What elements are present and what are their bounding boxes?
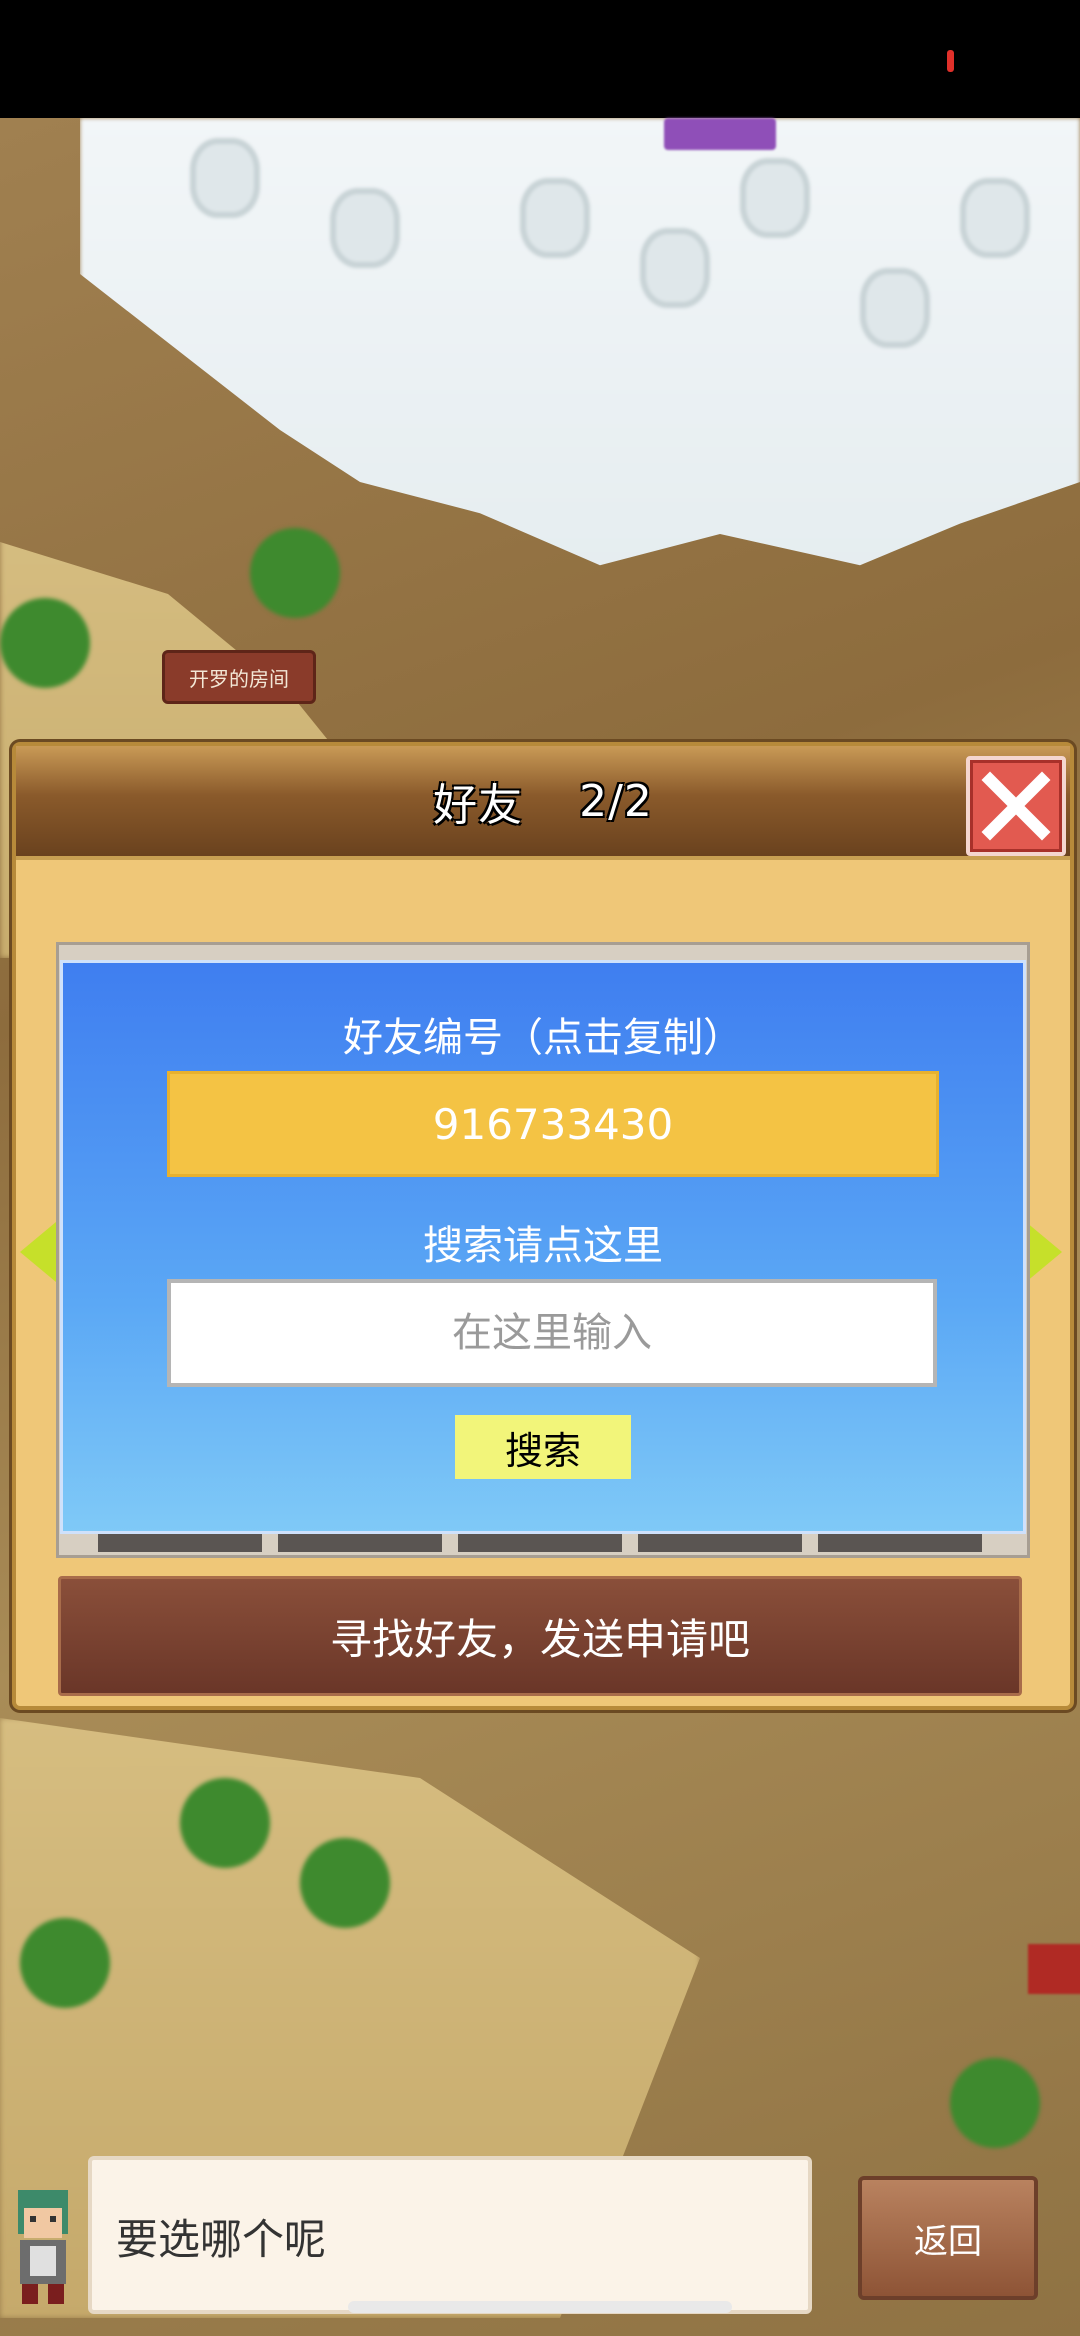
dialog-title-text: 好友 (433, 780, 524, 831)
recording-indicator (947, 50, 954, 72)
tab-stub (458, 1534, 622, 1552)
red-sign (1028, 1944, 1080, 1994)
snow-tree (330, 188, 400, 268)
close-icon (981, 771, 1051, 841)
friend-id-label: 好友编号（点击复制） (343, 1015, 743, 1061)
tab-stub (638, 1534, 802, 1552)
home-indicator[interactable] (348, 2301, 732, 2313)
snow-tree (640, 228, 710, 308)
snow-tree (860, 268, 930, 348)
friend-search-panel: 好友编号（点击复制） 916733430 搜索请点这里 搜索 (60, 960, 1026, 1534)
tree (20, 1918, 110, 2008)
tree (0, 598, 90, 688)
snow-tree (740, 158, 810, 238)
purple-sign (664, 118, 776, 150)
search-button[interactable]: 搜索 (455, 1415, 631, 1479)
tree (300, 1838, 390, 1928)
tree (250, 528, 340, 618)
tab-stub (818, 1534, 982, 1552)
search-input[interactable] (167, 1279, 937, 1387)
room-label[interactable]: 开罗的房间 (162, 650, 316, 704)
snow-tree (190, 138, 260, 218)
page-indicator: 2/2 (579, 775, 653, 827)
send-request-bar[interactable]: 寻找好友，发送申请吧 (58, 1576, 1022, 1696)
message-box: 要选哪个呢 (88, 2156, 812, 2314)
tree (950, 2058, 1040, 2148)
dialog-title: 好友 2/2 (16, 746, 1070, 856)
tab-stub (98, 1534, 262, 1552)
snow-tree (520, 178, 590, 258)
back-button[interactable]: 返回 (858, 2176, 1038, 2300)
close-button[interactable] (966, 756, 1066, 856)
message-text: 要选哪个呢 (116, 2215, 327, 2264)
snow-tree (960, 178, 1030, 258)
status-bar (0, 0, 1080, 118)
friend-id-field[interactable]: 916733430 (167, 1071, 939, 1177)
prev-page-arrow-icon[interactable] (20, 1222, 56, 1282)
tab-stub (278, 1534, 442, 1552)
tree (180, 1778, 270, 1868)
search-label: 搜索请点这里 (423, 1223, 663, 1269)
next-page-arrow-icon[interactable] (1026, 1222, 1062, 1282)
avatar (0, 2160, 86, 2310)
